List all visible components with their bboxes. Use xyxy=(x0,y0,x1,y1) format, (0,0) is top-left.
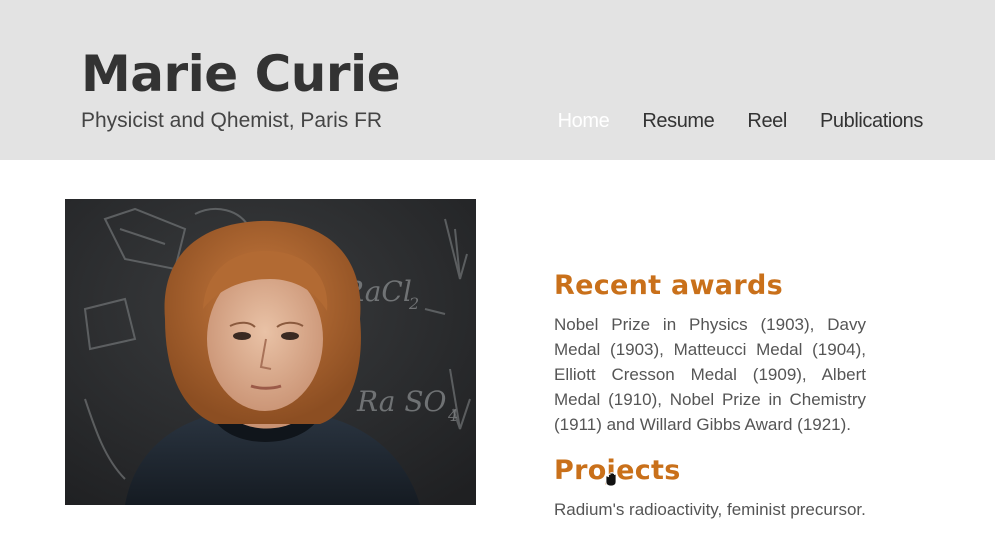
portrait-illustration: RaCl 2 Ra SO 4 xyxy=(65,199,476,505)
nav-home-link[interactable]: Home xyxy=(558,107,610,135)
site-subtitle: Physicist and Qhemist, Paris FR xyxy=(81,109,383,132)
nav-reel-link[interactable]: Reel xyxy=(747,107,787,135)
main-nav: Home Resume Reel Publications xyxy=(525,107,924,135)
site-title[interactable]: Marie Curie xyxy=(81,42,401,106)
recent-awards-heading: Recent awards xyxy=(554,270,783,301)
portrait-photo: RaCl 2 Ra SO 4 xyxy=(65,199,476,505)
projects-text: Radium's radioactivity, feminist precurs… xyxy=(554,500,866,519)
chalkboard-formula-2-subscript: 4 xyxy=(447,406,458,425)
grab-hand-icon xyxy=(604,470,618,487)
nav-publications-link[interactable]: Publications xyxy=(820,107,923,135)
chalkboard-formula-1-subscript: 2 xyxy=(408,294,419,313)
content-column: Recent awards Nobel Prize in Physics (19… xyxy=(554,268,866,522)
recent-awards-text: Nobel Prize in Physics (1903), Davy Meda… xyxy=(554,315,866,434)
projects-heading: Projects xyxy=(554,455,681,486)
chalkboard-formula-2: Ra SO xyxy=(356,385,447,418)
site-header: Marie Curie Physicist and Qhemist, Paris… xyxy=(0,0,995,160)
nav-resume-link[interactable]: Resume xyxy=(642,107,714,135)
